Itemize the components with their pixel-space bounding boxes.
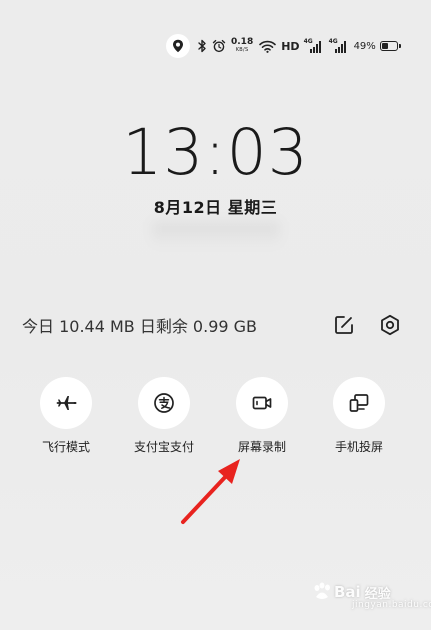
screen-record-icon: [252, 396, 272, 410]
arrow-shaft: [181, 472, 230, 524]
hd-voice-indicator: HD: [281, 39, 300, 53]
toggle-label: 支付宝支付: [133, 440, 194, 454]
signal-icon-sim1: 4G: [304, 38, 324, 53]
watermark-brand-a: Bai: [334, 583, 361, 601]
toggle-airplane-circle[interactable]: [40, 377, 92, 429]
signal-icon-sim2: 4G: [329, 38, 349, 53]
status-bar: 0.18 KB/S HD 4G 4G 49%: [166, 32, 401, 60]
speed-value: 0.18: [231, 37, 254, 47]
settings-icon: [381, 314, 399, 336]
toggle-airplane-mode[interactable]: 飞行模式: [26, 377, 106, 455]
toggle-screen-record-circle[interactable]: [236, 377, 288, 429]
watermark-domain: jingyan.baidu.com: [352, 600, 431, 610]
toggle-label: 飞行模式: [41, 440, 90, 454]
quick-settings-panel: 0.18 KB/S HD 4G 4G 49% 13:03 8月12日 星期三 今…: [0, 0, 431, 630]
location-icon: [173, 39, 183, 53]
battery-percentage: 49%: [353, 40, 376, 52]
toggle-screen-record[interactable]: 屏幕录制: [222, 377, 302, 455]
watermark-brand-b: 经验: [364, 586, 391, 602]
airplane-icon: [56, 396, 77, 410]
network-speed: 0.18 KB/S: [231, 38, 253, 54]
toggle-screen-cast-circle[interactable]: [333, 377, 385, 429]
settings-button[interactable]: [376, 311, 404, 339]
bluetooth-icon: [198, 39, 207, 53]
wifi-icon: [259, 40, 277, 53]
screen-cast-icon: [349, 394, 369, 412]
clock-date[interactable]: 8月12日 星期三: [0, 194, 431, 218]
toggle-alipay-circle[interactable]: [138, 377, 190, 429]
location-indicator[interactable]: [166, 34, 190, 58]
paw-icon: [314, 582, 330, 599]
toggle-screen-cast[interactable]: 手机投屏: [319, 377, 399, 455]
edit-button[interactable]: [330, 311, 358, 339]
arrow-head: [218, 459, 240, 484]
data-usage-text[interactable]: 今日 10.44 MB 日剩余 0.99 GB: [22, 313, 257, 337]
toggle-label: 手机投屏: [334, 440, 383, 454]
edit-icon: [335, 316, 353, 334]
speed-unit: KB/S: [235, 47, 249, 53]
baidu-jingyan-watermark: Bai 经验 jingyan.baidu.com: [312, 582, 431, 610]
toggle-label: 屏幕录制: [237, 440, 286, 454]
toggle-alipay[interactable]: 支付宝支付: [124, 377, 204, 455]
alarm-icon: [212, 39, 226, 53]
alipay-icon: [154, 393, 174, 413]
date-shadow: [152, 222, 280, 248]
battery-icon: [379, 41, 401, 51]
clock-time[interactable]: 13:03: [0, 113, 431, 193]
